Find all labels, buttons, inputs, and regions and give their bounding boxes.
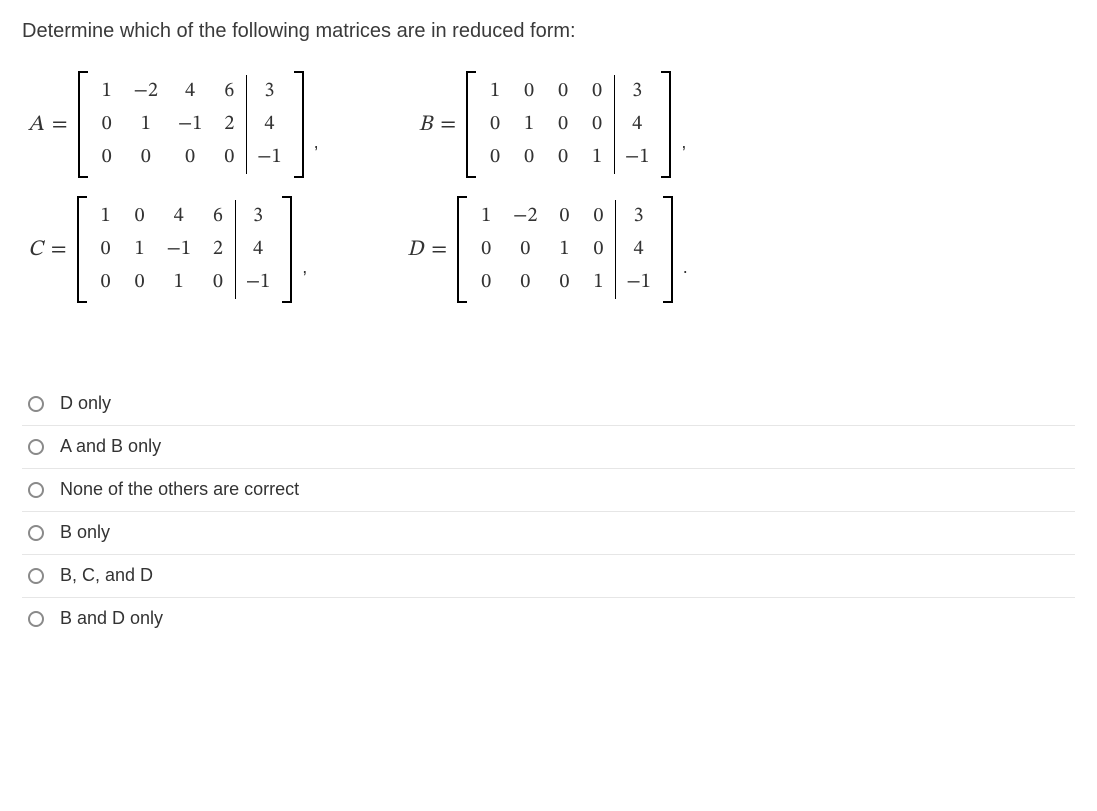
matrix-D: D = 1−2003001040001−1 . — [407, 196, 688, 303]
matrix-cell: 1 — [469, 200, 503, 233]
matrix-cell: 3 — [247, 75, 292, 108]
matrix-C: C = 1046301−1240010−1 , — [28, 196, 307, 303]
matrix-cell: −1 — [235, 266, 280, 299]
matrix-cell: 0 — [547, 266, 581, 299]
matrix-cell: 4 — [168, 75, 212, 108]
matrix-cell: 6 — [212, 75, 247, 108]
matrix-cell: 1 — [512, 108, 546, 141]
matrix-cell: 2 — [201, 233, 236, 266]
matrix-cell: −1 — [168, 108, 212, 141]
matrix-cell: 0 — [546, 75, 580, 108]
matrix-cell: 0 — [201, 266, 236, 299]
matrix-cell: 0 — [478, 108, 512, 141]
matrix-cell: −1 — [616, 266, 661, 299]
matrix-A: A = 1−246301−1240000−1 , — [28, 71, 319, 178]
radio-icon[interactable] — [28, 482, 44, 498]
option-row[interactable]: B and D only — [22, 598, 1075, 640]
question-text: Determine which of the following matrice… — [22, 20, 1075, 43]
option-label: None of the others are correct — [60, 479, 299, 500]
option-label: D only — [60, 393, 111, 414]
matrix-cell: 0 — [503, 266, 547, 299]
matrix-cell: 0 — [512, 141, 546, 174]
matrix-cell: 1 — [123, 233, 157, 266]
matrix-cell: 0 — [580, 75, 615, 108]
matrix-cell: 0 — [469, 233, 503, 266]
option-label: A and B only — [60, 436, 161, 457]
matrix-cell: 1 — [157, 266, 201, 299]
matrix-cell: 3 — [235, 200, 280, 233]
matrix-cell: 4 — [157, 200, 201, 233]
matrix-cell: 4 — [615, 108, 660, 141]
matrix-cell: 3 — [616, 200, 661, 233]
matrix-cell: 0 — [212, 141, 247, 174]
matrix-cell: 0 — [512, 75, 546, 108]
matrices-block: A = 1−246301−1240000−1 , B = 10003010040… — [28, 71, 1075, 303]
matrix-cell: 0 — [469, 266, 503, 299]
equals-sign: = — [440, 111, 456, 139]
matrix-cell: 0 — [546, 141, 580, 174]
matrix-cell: 4 — [235, 233, 280, 266]
matrix-cell: 0 — [581, 200, 616, 233]
matrix-cell: 6 — [201, 200, 236, 233]
matrix-cell: 0 — [89, 233, 123, 266]
matrix-cell: 1 — [89, 200, 123, 233]
matrix-cell: 0 — [478, 141, 512, 174]
matrix-C-label: C — [28, 236, 43, 264]
matrix-cell: 1 — [580, 141, 615, 174]
radio-icon[interactable] — [28, 439, 44, 455]
option-row[interactable]: B, C, and D — [22, 555, 1075, 598]
option-row[interactable]: D only — [22, 383, 1075, 426]
matrix-cell: −1 — [157, 233, 201, 266]
matrix-cell: 0 — [89, 266, 123, 299]
matrix-cell: 4 — [247, 108, 292, 141]
matrix-cell: 0 — [90, 141, 124, 174]
trailing-punct: , — [302, 257, 307, 278]
matrix-cell: 0 — [168, 141, 212, 174]
option-label: B and D only — [60, 608, 163, 629]
matrix-cell: 1 — [124, 108, 168, 141]
matrix-B: B = 10003010040001−1 , — [419, 71, 687, 178]
matrix-cell: −2 — [503, 200, 547, 233]
matrix-cell: 0 — [90, 108, 124, 141]
matrix-cell: 0 — [123, 266, 157, 299]
radio-icon[interactable] — [28, 396, 44, 412]
matrix-cell: 1 — [478, 75, 512, 108]
option-row[interactable]: A and B only — [22, 426, 1075, 469]
matrix-cell: 1 — [90, 75, 124, 108]
matrix-cell: −2 — [124, 75, 168, 108]
radio-icon[interactable] — [28, 525, 44, 541]
matrix-cell: 2 — [212, 108, 247, 141]
trailing-punct: , — [314, 132, 319, 153]
matrix-cell: 0 — [547, 200, 581, 233]
trailing-punct: . — [683, 257, 688, 278]
matrix-B-label: B — [419, 111, 433, 139]
matrix-cell: 0 — [503, 233, 547, 266]
option-row[interactable]: None of the others are correct — [22, 469, 1075, 512]
matrix-cell: 0 — [124, 141, 168, 174]
matrix-cell: 1 — [547, 233, 581, 266]
matrix-cell: −1 — [247, 141, 292, 174]
trailing-punct: , — [681, 132, 686, 153]
matrix-D-label: D — [407, 236, 423, 264]
matrix-cell: 1 — [581, 266, 616, 299]
matrix-cell: 0 — [581, 233, 616, 266]
matrix-cell: 4 — [616, 233, 661, 266]
answer-options: D only A and B only None of the others a… — [22, 383, 1075, 640]
matrix-cell: 0 — [580, 108, 615, 141]
option-label: B only — [60, 522, 110, 543]
radio-icon[interactable] — [28, 568, 44, 584]
equals-sign: = — [52, 111, 68, 139]
matrix-cell: 0 — [546, 108, 580, 141]
radio-icon[interactable] — [28, 611, 44, 627]
option-row[interactable]: B only — [22, 512, 1075, 555]
equals-sign: = — [431, 236, 447, 264]
equals-sign: = — [51, 236, 67, 264]
matrix-cell: 3 — [615, 75, 660, 108]
matrix-cell: −1 — [615, 141, 660, 174]
option-label: B, C, and D — [60, 565, 153, 586]
matrix-cell: 0 — [123, 200, 157, 233]
matrix-A-label: A — [28, 111, 44, 139]
